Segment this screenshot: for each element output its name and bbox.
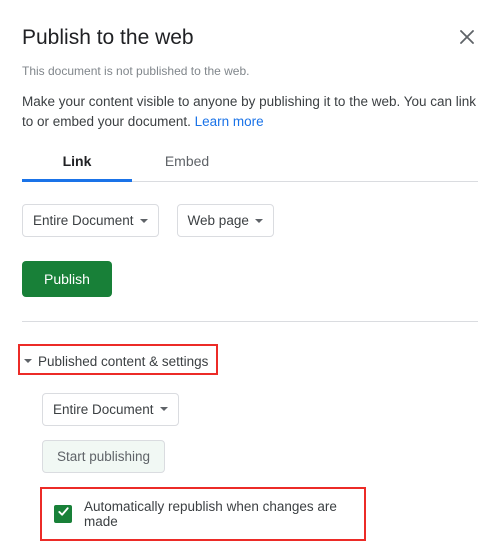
start-publishing-button[interactable]: Start publishing: [42, 440, 165, 473]
highlight-annotation: Published content & settings: [18, 344, 218, 375]
chevron-down-icon: [160, 407, 168, 411]
options-row: Entire Document Web page: [22, 204, 478, 237]
divider: [22, 321, 478, 322]
scope-select-label: Entire Document: [33, 213, 134, 228]
learn-more-link[interactable]: Learn more: [195, 114, 264, 129]
close-icon: [460, 30, 474, 49]
publish-dialog: Publish to the web This document is not …: [0, 0, 500, 541]
chevron-down-icon: [24, 359, 32, 363]
tab-embed[interactable]: Embed: [132, 153, 242, 182]
auto-republish-label: Automatically republish when changes are…: [84, 499, 352, 529]
tab-link[interactable]: Link: [22, 153, 132, 182]
dialog-title: Publish to the web: [22, 26, 478, 50]
check-icon: [57, 505, 70, 523]
dialog-description: Make your content visible to anyone by p…: [22, 92, 478, 131]
chevron-down-icon: [140, 219, 148, 223]
highlight-annotation: Automatically republish when changes are…: [40, 487, 366, 541]
tab-bar: Link Embed: [22, 153, 478, 182]
format-select[interactable]: Web page: [177, 204, 274, 237]
format-select-label: Web page: [188, 213, 249, 228]
publish-status: This document is not published to the we…: [22, 64, 478, 78]
published-content-expander[interactable]: Published content & settings: [24, 354, 208, 369]
publish-button[interactable]: Publish: [22, 261, 112, 297]
published-content-section: Entire Document Start publishing Automat…: [42, 393, 478, 541]
scope-select[interactable]: Entire Document: [22, 204, 159, 237]
close-button[interactable]: [456, 28, 478, 50]
published-scope-select[interactable]: Entire Document: [42, 393, 179, 426]
auto-republish-checkbox[interactable]: [54, 505, 72, 523]
published-scope-label: Entire Document: [53, 402, 154, 417]
expander-label: Published content & settings: [38, 354, 208, 369]
chevron-down-icon: [255, 219, 263, 223]
